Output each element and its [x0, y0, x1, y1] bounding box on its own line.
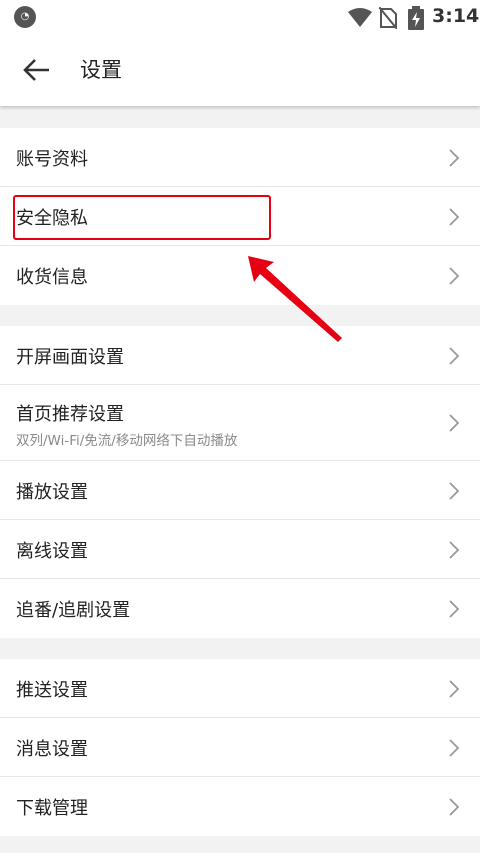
settings-item-label: 播放设置: [16, 482, 88, 503]
app-notification-icon: ◔: [14, 6, 36, 28]
chevron-right-icon: [449, 267, 460, 285]
app-toolbar: 设置: [0, 34, 480, 106]
status-time: 3:14: [432, 5, 480, 27]
chevron-right-icon: [449, 680, 460, 698]
wifi-icon: [348, 8, 372, 27]
settings-item-label: 下载管理: [16, 798, 88, 819]
no-sim-icon: [379, 7, 397, 29]
chevron-right-icon: [449, 149, 460, 167]
status-bar: ◔ 3:14: [0, 0, 480, 34]
settings-item-label: 安全隐私: [16, 208, 88, 229]
chevron-right-icon: [449, 798, 460, 816]
settings-item-messages[interactable]: 消息设置: [0, 718, 480, 777]
chevron-right-icon: [449, 600, 460, 618]
settings-item-subtitle: 双列/Wi-Fi/免流/移动网络下自动播放: [16, 433, 238, 449]
settings-item-downloads[interactable]: 下载管理: [0, 777, 480, 836]
settings-item-label: 收货信息: [16, 267, 88, 288]
settings-item-label: 账号资料: [16, 149, 88, 170]
settings-group-playback: 开屏画面设置 首页推荐设置 双列/Wi-Fi/免流/移动网络下自动播放 播放设置…: [0, 326, 480, 638]
settings-item-label: 开屏画面设置: [16, 347, 124, 368]
chevron-right-icon: [449, 414, 460, 432]
settings-item-follow-series[interactable]: 追番/追剧设置: [0, 579, 480, 638]
settings-item-push[interactable]: 推送设置: [0, 659, 480, 718]
chevron-right-icon: [449, 347, 460, 365]
settings-item-splash-screen[interactable]: 开屏画面设置: [0, 326, 480, 385]
settings-item-shipping-info[interactable]: 收货信息: [0, 246, 480, 305]
settings-item-offline[interactable]: 离线设置: [0, 520, 480, 579]
chevron-right-icon: [449, 541, 460, 559]
settings-item-label: 推送设置: [16, 680, 88, 701]
settings-item-home-recommend[interactable]: 首页推荐设置 双列/Wi-Fi/免流/移动网络下自动播放: [0, 385, 480, 461]
settings-item-playback[interactable]: 播放设置: [0, 461, 480, 520]
chevron-right-icon: [449, 482, 460, 500]
page-title: 设置: [80, 58, 122, 82]
settings-item-account-profile[interactable]: 账号资料: [0, 128, 480, 187]
settings-item-label: 追番/追剧设置: [16, 600, 131, 621]
chevron-right-icon: [449, 208, 460, 226]
settings-group-notifications: 推送设置 消息设置 下载管理: [0, 659, 480, 836]
settings-item-label: 消息设置: [16, 739, 88, 760]
settings-item-label: 离线设置: [16, 541, 88, 562]
back-arrow-icon[interactable]: [22, 56, 52, 84]
battery-charging-icon: [408, 6, 424, 30]
settings-item-label: 首页推荐设置: [16, 404, 124, 425]
settings-group-account: 账号资料 安全隐私 收货信息: [0, 128, 480, 305]
settings-item-security-privacy[interactable]: 安全隐私: [0, 187, 480, 246]
chevron-right-icon: [449, 739, 460, 757]
